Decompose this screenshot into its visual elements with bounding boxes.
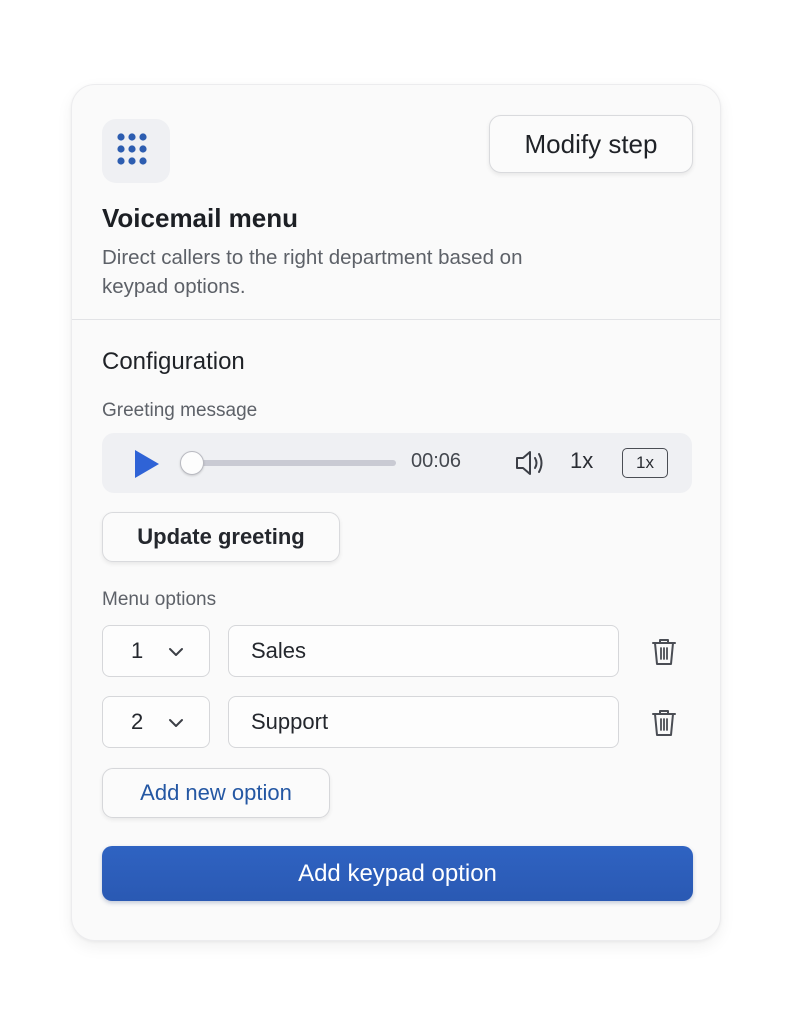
greeting-message-label: Greeting message	[102, 400, 258, 421]
voicemail-menu-card: Modify step Voicemail menu Direct caller…	[71, 84, 721, 941]
menu-option-row: 2 Support	[102, 696, 692, 748]
card-description: Direct callers to the right department b…	[102, 246, 523, 298]
keypad-grid-icon	[102, 119, 170, 183]
chevron-down-icon	[169, 719, 183, 727]
add-keypad-option-button[interactable]: Add keypad option	[102, 846, 693, 901]
update-greeting-button[interactable]: Update greeting	[102, 512, 340, 562]
trash-icon[interactable]	[650, 708, 678, 738]
key-select-value: 1	[131, 638, 144, 663]
add-new-option-button[interactable]: Add new option	[102, 768, 330, 818]
key-select[interactable]: 1	[102, 625, 210, 677]
menu-options-label: Menu options	[102, 589, 217, 610]
card-title: Voicemail menu	[102, 203, 299, 233]
card-header: Modify step Voicemail menu Direct caller…	[72, 85, 720, 319]
play-icon[interactable]	[132, 448, 162, 480]
header-divider	[72, 319, 720, 320]
chevron-down-icon	[169, 648, 183, 656]
trash-icon[interactable]	[650, 637, 678, 667]
playback-speed-text[interactable]: 1x	[570, 448, 593, 474]
configuration-heading: Configuration	[102, 348, 245, 375]
volume-icon[interactable]	[514, 448, 546, 478]
key-select[interactable]: 2	[102, 696, 210, 748]
audio-progress-track[interactable]	[192, 460, 396, 466]
key-select-value: 2	[131, 709, 144, 734]
greeting-audio-player: 00:06 1x 1x	[102, 433, 692, 493]
option-label-input[interactable]: Support	[228, 696, 619, 748]
modify-step-button[interactable]: Modify step	[489, 115, 693, 173]
audio-time: 00:06	[411, 450, 462, 472]
audio-scrubber-handle[interactable]	[180, 451, 204, 475]
playback-speed-badge[interactable]: 1x	[622, 448, 668, 478]
option-label-input[interactable]: Sales	[228, 625, 619, 677]
menu-option-row: 1 Sales	[102, 625, 692, 677]
